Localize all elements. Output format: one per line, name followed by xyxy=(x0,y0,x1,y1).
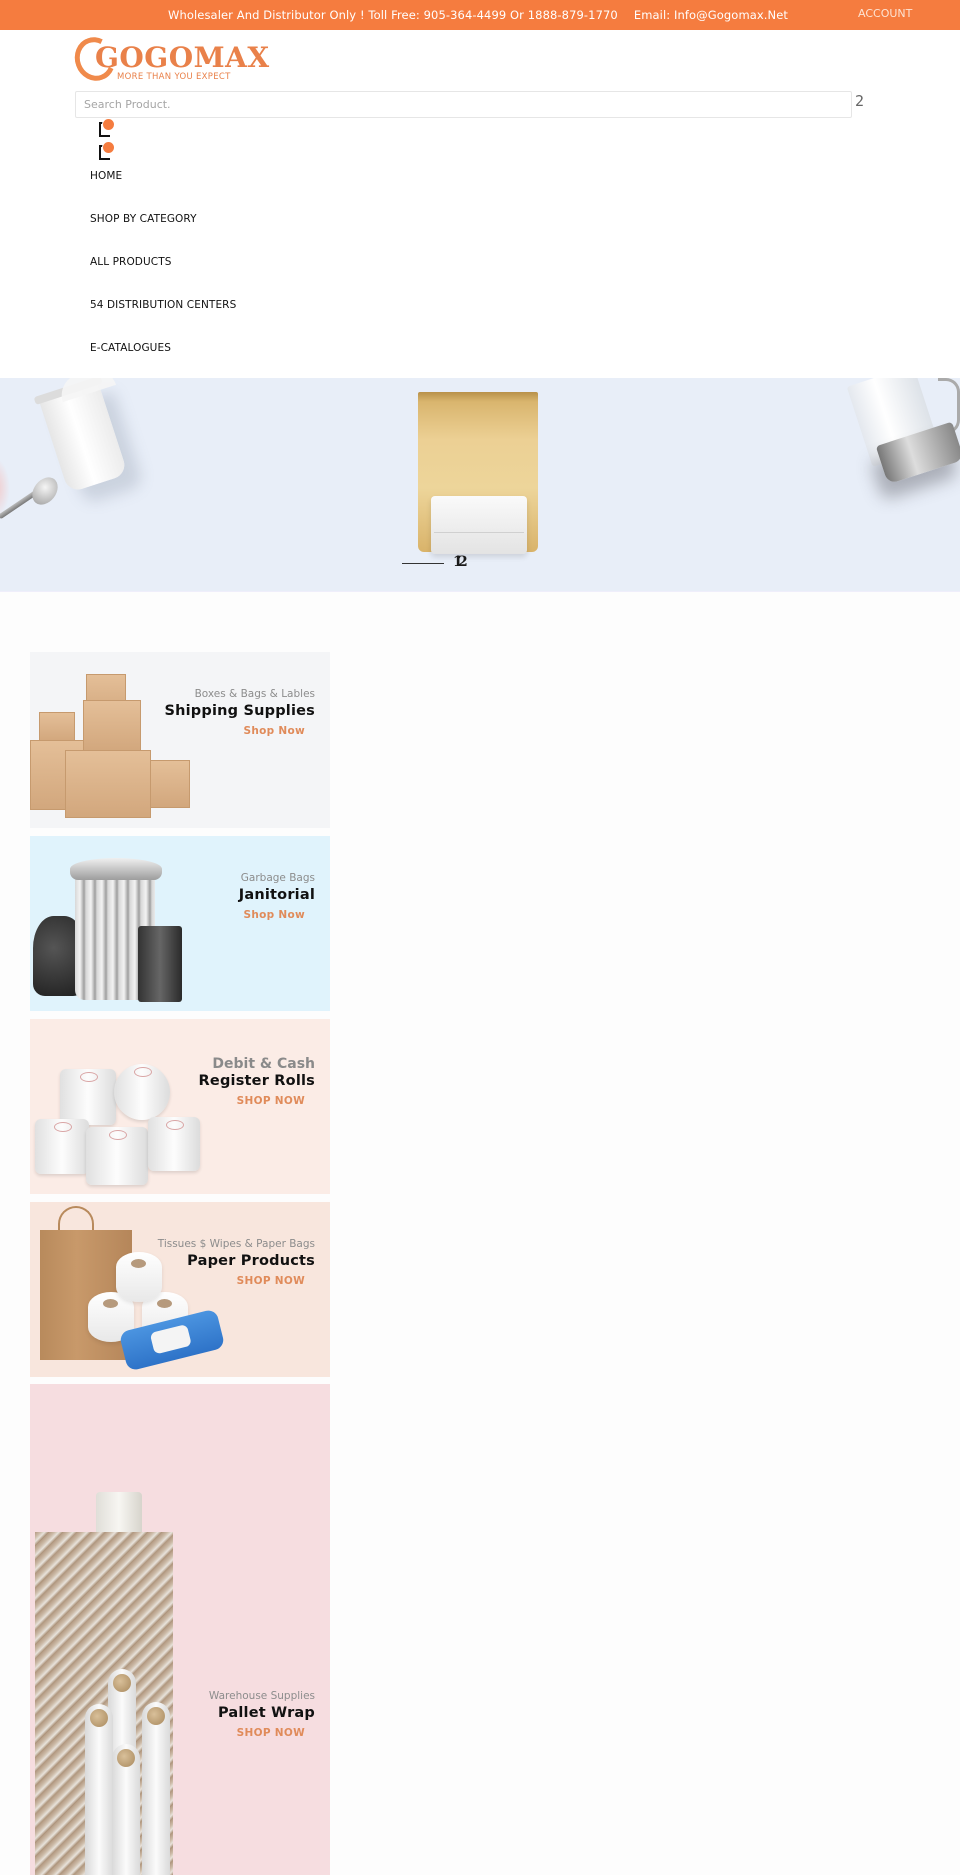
logo-slogan: MORE THAN YOU EXPECT xyxy=(117,72,231,82)
logo-name: GOGOMAX xyxy=(95,41,270,74)
top-bar: Wholesaler And Distributor Only ! Toll F… xyxy=(0,0,960,30)
card-title: Janitorial xyxy=(238,887,315,903)
card-subtitle: Boxes & Bags & Lables xyxy=(194,688,315,700)
card-title: Pallet Wrap xyxy=(217,1705,315,1721)
card-subtitle: Garbage Bags xyxy=(240,872,315,884)
nav-item-shop-by-category[interactable]: SHOP BY CATEGORY xyxy=(90,213,236,256)
wishlist-badge xyxy=(102,118,115,131)
category-card-janitorial[interactable]: Garbage Bags Janitorial Shop Now xyxy=(30,836,330,1011)
search-input[interactable] xyxy=(75,91,852,118)
card-text: Tissues $ Wipes & Paper Bags Paper Produ… xyxy=(158,1238,315,1288)
wishlist-icon[interactable] xyxy=(99,118,115,137)
card-subtitle: Tissues $ Wipes & Paper Bags xyxy=(157,1238,315,1250)
shop-now-button[interactable]: SHOP NOW xyxy=(237,1275,315,1287)
category-card-register-rolls[interactable]: Debit & Cash Register Rolls SHOP NOW xyxy=(30,1019,330,1194)
cart-badge xyxy=(102,141,115,154)
search-icon[interactable]: 2 xyxy=(855,92,864,110)
tagline-text: Wholesaler And Distributor Only ! Toll F… xyxy=(168,8,618,22)
card-text: Debit & Cash Register Rolls SHOP NOW xyxy=(199,1056,315,1108)
shop-now-button[interactable]: SHOP NOW xyxy=(237,1095,315,1107)
account-menu[interactable]: ACCOUNT xyxy=(858,7,912,20)
card-text: Warehouse Supplies Pallet Wrap SHOP NOW xyxy=(209,1690,315,1740)
banner-spoon-head-image xyxy=(27,472,63,510)
nav-item-home[interactable]: HOME xyxy=(90,170,236,213)
cart-icon[interactable] xyxy=(99,141,115,160)
card-text: Boxes & Bags & Lables Shipping Supplies … xyxy=(164,688,315,738)
shop-now-button[interactable]: Shop Now xyxy=(243,725,315,737)
card-title: Shipping Supplies xyxy=(164,703,315,719)
nav-item-all-products[interactable]: ALL PRODUCTS xyxy=(90,256,236,299)
nav-item-distribution-centers[interactable]: 54 DISTRIBUTION CENTERS xyxy=(90,299,236,342)
account-label: ACCOUNT xyxy=(858,7,913,20)
card-title: Paper Products xyxy=(187,1253,315,1269)
category-card-paper-products[interactable]: Tissues $ Wipes & Paper Bags Paper Produ… xyxy=(30,1202,330,1377)
slider-dot-2[interactable]: 2 xyxy=(458,554,468,570)
card-subtitle: Warehouse Supplies xyxy=(208,1690,315,1702)
card-text: Garbage Bags Janitorial Shop Now xyxy=(239,872,315,922)
card-title: Register Rolls xyxy=(198,1073,315,1089)
category-card-pallet-wrap[interactable]: Warehouse Supplies Pallet Wrap SHOP NOW xyxy=(30,1384,330,1875)
main-nav: HOME SHOP BY CATEGORY ALL PRODUCTS 54 DI… xyxy=(90,170,236,385)
category-card-shipping-supplies[interactable]: Boxes & Bags & Lables Shipping Supplies … xyxy=(30,652,330,828)
card-subtitle: Debit & Cash xyxy=(212,1056,315,1072)
slider-progress-line xyxy=(402,563,444,564)
site-header: GOGOMAX MORE THAN YOU EXPECT 2 HOME SHOP… xyxy=(0,30,960,378)
contact-info: Wholesaler And Distributor Only ! Toll F… xyxy=(168,8,788,22)
logo[interactable]: GOGOMAX MORE THAN YOU EXPECT xyxy=(68,31,269,87)
shop-now-button[interactable]: SHOP NOW xyxy=(237,1727,315,1739)
banner-cup-image xyxy=(38,378,128,494)
banner-food-box-image xyxy=(431,496,527,554)
shop-now-button[interactable]: Shop Now xyxy=(243,909,315,921)
hero-banner[interactable]: 1 2 xyxy=(0,378,960,592)
email-link[interactable]: Email: Info@Gogomax.Net xyxy=(634,8,788,22)
